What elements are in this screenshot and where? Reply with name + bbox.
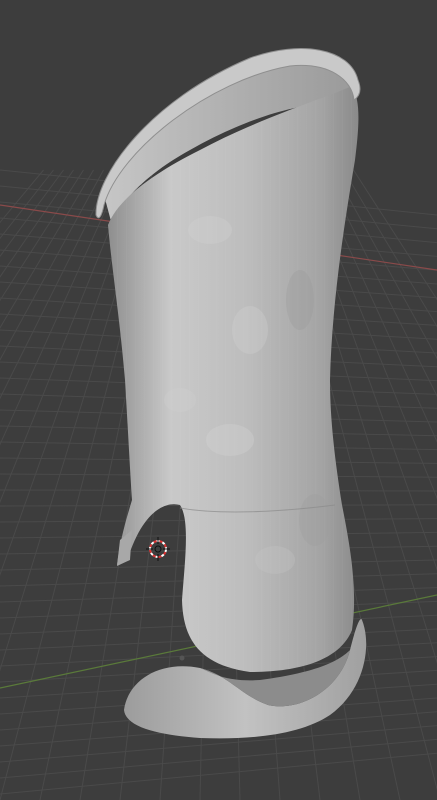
grid-line [0, 169, 104, 361]
grid-line [333, 169, 437, 360]
surface-bump [206, 424, 254, 456]
grid-line [0, 169, 124, 446]
3d-viewport[interactable] [0, 0, 437, 800]
brace-mesh[interactable] [95, 48, 367, 739]
grid-line [0, 738, 437, 779]
surface-bump [286, 270, 314, 330]
surface-bump [255, 546, 295, 574]
surface-bump [188, 216, 232, 244]
surface-bump [164, 388, 196, 412]
viewport-canvas[interactable] [0, 0, 437, 800]
grid-line [0, 169, 74, 278]
3d-cursor-icon[interactable] [146, 537, 170, 561]
grid-line [0, 169, 84, 302]
surface-bump [299, 494, 331, 546]
grid-line [343, 169, 437, 328]
foot-hole [179, 655, 185, 661]
grid-line [0, 752, 437, 795]
grid-line [0, 169, 94, 329]
surface-bump [232, 306, 268, 354]
